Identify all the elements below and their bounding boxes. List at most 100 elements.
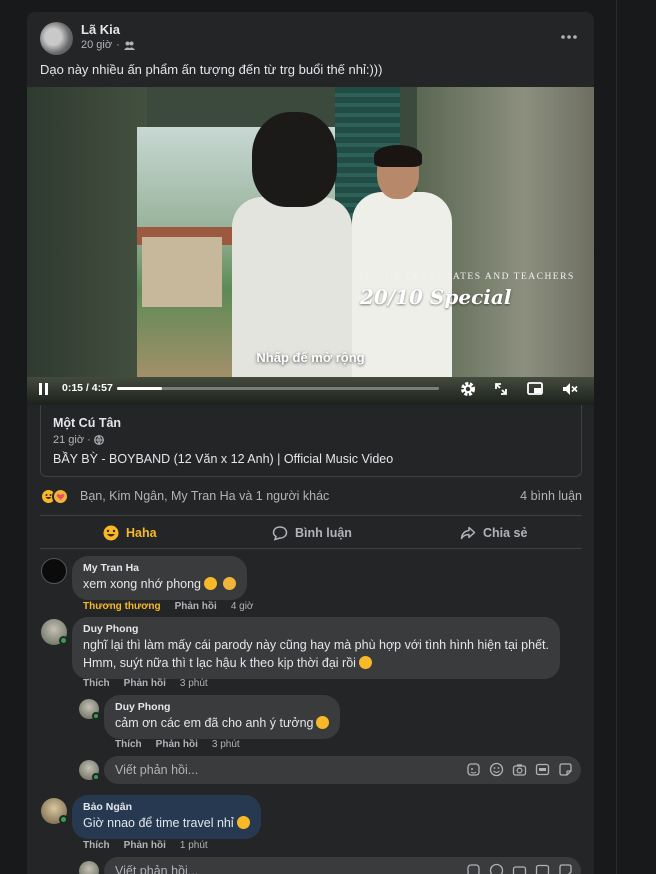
comment-time[interactable]: 1 phút <box>180 840 208 851</box>
reply-link[interactable]: Phản hồi <box>124 678 166 689</box>
comment-author[interactable]: Duy Phong <box>115 701 329 713</box>
reaction-icons <box>40 488 69 505</box>
heart-kiss-emoji-icon <box>223 577 236 590</box>
video-progress-fill <box>117 387 163 390</box>
reply-tools <box>466 863 573 874</box>
comment-author[interactable]: Duy Phong <box>83 623 549 635</box>
comment-time[interactable]: 3 phút <box>180 678 208 689</box>
comment-actions: Thương thương Phản hồi 4 giờ <box>83 601 254 612</box>
link-time[interactable]: 21 giờ <box>53 434 84 446</box>
post-actions: Haha Bình luận Chia sẻ <box>40 515 582 549</box>
camera-icon[interactable] <box>512 863 527 874</box>
video-player[interactable]: TO OUR CLASSMATES AND TEACHERS 20/10 Spe… <box>27 87 594 405</box>
post-card: Lã Kia 20 giờ · Dạo này nhiều ấn phẩm ấn… <box>27 12 594 874</box>
online-status-dot <box>92 773 100 781</box>
comment-text: nghĩ lại thì làm mấy cái parody này cũng… <box>83 638 549 652</box>
like-link[interactable]: Thích <box>83 678 110 689</box>
comment-text: cảm ơn các em đã cho anh ý tưởng <box>115 714 330 732</box>
link-page-name[interactable]: Một Cú Tân <box>53 416 121 430</box>
link-preview[interactable]: Một Cú Tân 21 giờ · BẦY BỲ - BOYBAND (12… <box>40 405 582 477</box>
share-icon <box>460 526 476 539</box>
comment-author[interactable]: My Tran Ha <box>83 562 236 574</box>
comment-time[interactable]: 4 giờ <box>231 601 254 612</box>
avatar-sticker-icon[interactable] <box>466 762 481 777</box>
worried-emoji-icon <box>236 816 250 829</box>
comment-text: xem xong nhớ phong <box>83 575 236 593</box>
video-progress-bar[interactable] <box>117 387 439 390</box>
care-icon <box>52 488 69 505</box>
divider <box>616 0 617 874</box>
dot-separator: · <box>116 39 120 51</box>
post-caption: Dạo này nhiều ấn phẩm ấn tượng đến từ tr… <box>40 62 383 77</box>
video-scene-house <box>142 237 222 307</box>
comment-text-content: Hmm, suýt nữa thì t lạc hậu k theo kịp t… <box>83 656 356 670</box>
reactions-text[interactable]: Bạn, Kim Ngân, My Tran Ha và 1 người khá… <box>80 489 329 503</box>
reactions-summary[interactable]: Bạn, Kim Ngân, My Tran Ha và 1 người khá… <box>40 486 582 508</box>
online-status-dot <box>59 815 68 824</box>
reply-link[interactable]: Phản hồi <box>175 601 217 612</box>
comment-time[interactable]: 3 phút <box>212 739 240 750</box>
my-avatar <box>79 861 99 874</box>
like-link[interactable]: Thích <box>115 739 142 750</box>
video-overlay-subtitle: TO OUR CLASSMATES AND TEACHERS <box>358 272 575 282</box>
more-horizontal-icon <box>561 35 577 39</box>
smile-emoji-icon <box>316 716 330 729</box>
haha-button[interactable]: Haha <box>103 516 157 549</box>
mini-player-icon[interactable] <box>526 380 544 398</box>
sticker-icon[interactable] <box>558 762 573 777</box>
settings-gear-icon[interactable] <box>459 380 477 398</box>
globe-icon <box>93 435 104 445</box>
link-title: BẦY BỲ - BOYBAND (12 Văn x 12 Anh) | Off… <box>53 452 394 466</box>
like-link[interactable]: Thích <box>83 840 110 851</box>
post-author[interactable]: Lã Kia <box>81 22 120 37</box>
fullscreen-icon[interactable] <box>492 380 510 398</box>
online-status-dot <box>92 712 100 720</box>
commenter-avatar[interactable] <box>41 558 67 584</box>
emoji-icon[interactable] <box>489 863 504 874</box>
comment-text-content: xem xong nhớ phong <box>83 577 201 591</box>
reply-input[interactable]: Viết phản hồi... <box>104 857 581 874</box>
comment-bubble: Duy Phong cảm ơn các em đã cho anh ý tưở… <box>104 695 341 739</box>
comments-count[interactable]: 4 bình luận <box>520 489 582 503</box>
more-options-button[interactable] <box>556 24 582 50</box>
link-meta: 21 giờ · <box>53 434 104 446</box>
sad-emoji-icon <box>204 577 217 590</box>
sticker-icon[interactable] <box>558 863 573 874</box>
comment-button[interactable]: Bình luận <box>272 516 352 549</box>
reaction-link[interactable]: Thương thương <box>83 601 161 612</box>
avatar-sticker-icon[interactable] <box>466 863 481 874</box>
comment-text-content: Giờ nnao để time travel nhỉ <box>83 816 234 830</box>
gif-icon[interactable] <box>535 762 550 777</box>
post-meta: 20 giờ · <box>81 39 135 51</box>
share-button[interactable]: Chia sẻ <box>460 516 527 549</box>
comment-text: Giờ nnao để time travel nhỉ <box>83 814 250 832</box>
comment-author[interactable]: Bảo Ngân <box>83 801 250 813</box>
grin-emoji-icon <box>358 656 372 669</box>
post-time[interactable]: 20 giờ <box>81 39 112 51</box>
comment-bubble-highlighted: Bảo Ngân Giờ nnao để time travel nhỉ <box>72 795 261 839</box>
friends-icon <box>123 41 135 50</box>
reply-placeholder: Viết phản hồi... <box>115 763 199 777</box>
author-avatar[interactable] <box>40 22 73 55</box>
video-scene-person-hair <box>374 145 422 167</box>
gif-icon[interactable] <box>535 863 550 874</box>
reply-link[interactable]: Phản hồi <box>156 739 198 750</box>
emoji-icon[interactable] <box>489 762 504 777</box>
haha-icon <box>103 525 119 540</box>
reply-link[interactable]: Phản hồi <box>124 840 166 851</box>
reply-tools <box>466 762 573 777</box>
pause-icon <box>39 383 42 395</box>
comment-text: Hmm, suýt nữa thì t lạc hậu k theo kịp t… <box>83 654 549 672</box>
pause-button[interactable] <box>39 382 53 396</box>
video-expand-hint[interactable]: Nhấp để mở rộng <box>27 350 594 365</box>
comment-actions: Thích Phản hồi 3 phút <box>83 678 208 689</box>
comment-actions: Thích Phản hồi 1 phút <box>83 840 208 851</box>
comment-actions: Thích Phản hồi 3 phút <box>115 739 240 750</box>
reply-input[interactable]: Viết phản hồi... <box>104 756 581 784</box>
video-scene-person <box>232 197 352 405</box>
mute-icon[interactable] <box>561 380 579 398</box>
camera-icon[interactable] <box>512 762 527 777</box>
online-status-dot <box>59 636 68 645</box>
video-scene-person-hair <box>252 112 337 207</box>
comment-text-content: cảm ơn các em đã cho anh ý tưởng <box>115 716 314 730</box>
